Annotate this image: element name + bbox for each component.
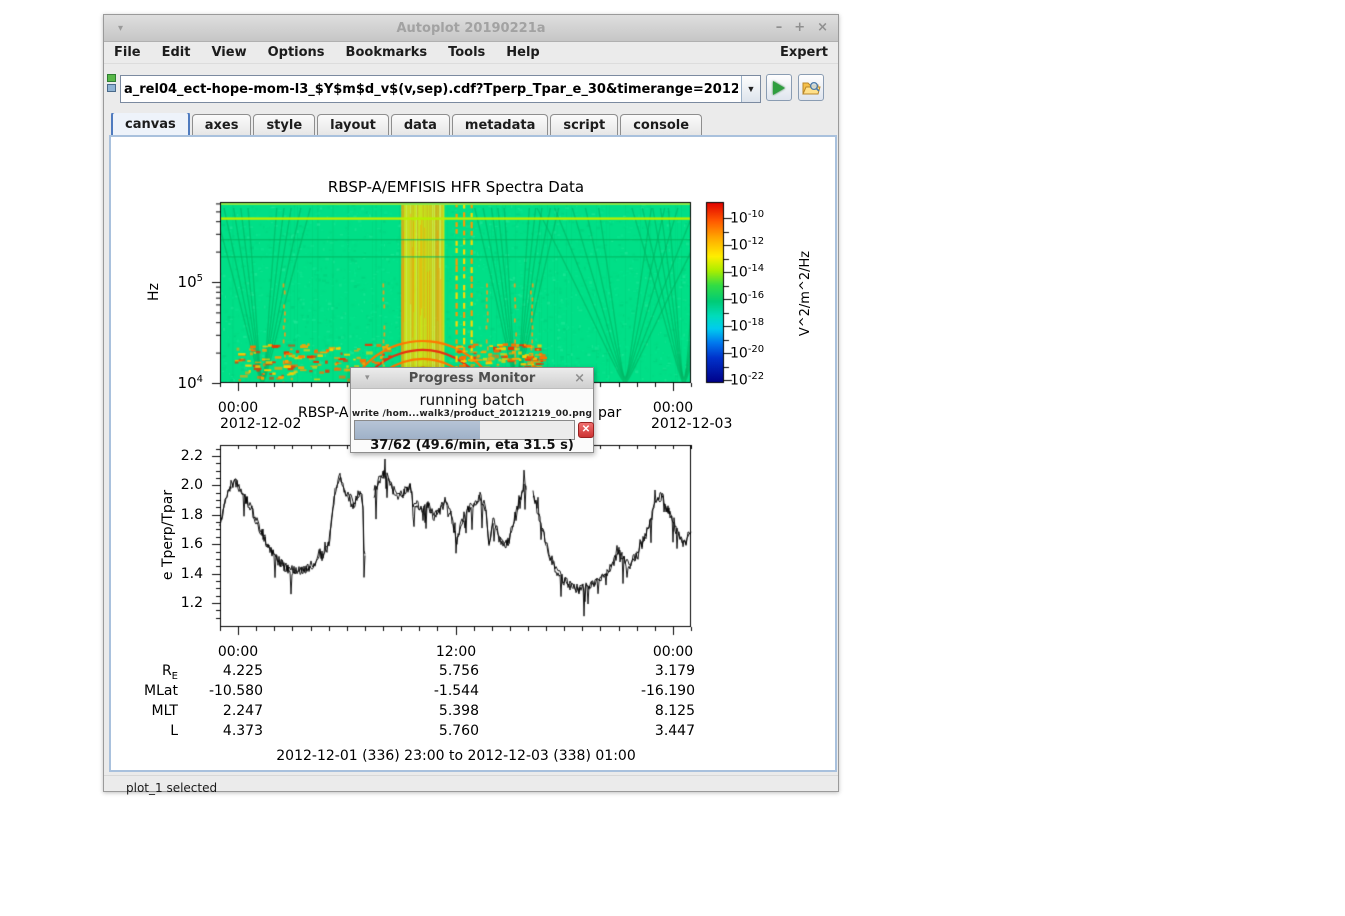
menu-view[interactable]: View bbox=[211, 45, 246, 60]
spectrogram-title: RBSP-A/EMFISIS HFR Spectra Data bbox=[328, 178, 584, 196]
window-title: Autoplot 20190221a bbox=[104, 21, 838, 36]
timeseries-ytick: 2.0 bbox=[163, 477, 203, 493]
timeseries-xtick: 12:00 bbox=[436, 644, 476, 660]
timeseries-xtick: 00:00 bbox=[218, 644, 258, 660]
menu-edit[interactable]: Edit bbox=[162, 45, 191, 60]
progress-bar bbox=[354, 420, 575, 440]
title-bar[interactable]: ▾ Autoplot 20190221a – + × bbox=[104, 15, 838, 42]
status-message: plot_1 selected bbox=[126, 781, 217, 795]
time-range-label: 2012-12-01 (336) 23:00 to 2012-12-03 (33… bbox=[276, 748, 635, 764]
progress-detail-label: write /hom...walk3/product_20121219_00.p… bbox=[351, 409, 593, 419]
table-row-label: MLat bbox=[133, 683, 178, 699]
plot-go-button[interactable] bbox=[766, 74, 792, 101]
datasource-type-icons bbox=[107, 74, 119, 94]
table-row-label: MLT bbox=[133, 703, 178, 719]
table-cell: 3.179 bbox=[605, 663, 695, 679]
expert-mode-label[interactable]: Expert bbox=[780, 45, 828, 60]
inspect-data-button[interactable] bbox=[798, 74, 824, 101]
colorbar-tick-label: 10-16 bbox=[730, 290, 764, 308]
autoplot-window: ▾ Autoplot 20190221a – + × File Edit Vie… bbox=[103, 14, 839, 792]
progress-fill bbox=[355, 421, 480, 439]
table-cell: 4.225 bbox=[173, 663, 263, 679]
menu-bar: File Edit View Options Bookmarks Tools H… bbox=[104, 42, 838, 64]
dialog-close-icon[interactable]: × bbox=[574, 371, 585, 386]
table-cell: 3.447 bbox=[605, 723, 695, 739]
timeseries-ytick: 1.6 bbox=[163, 536, 203, 552]
colorbar-tick-label: 10-10 bbox=[730, 209, 764, 227]
table-cell: 4.373 bbox=[173, 723, 263, 739]
spectrogram-xdate-left: 2012-12-02 bbox=[220, 416, 301, 432]
uri-combobox: ▼ bbox=[120, 75, 761, 103]
tab-axes[interactable]: axes bbox=[192, 114, 252, 135]
colorbar-tick-label: 10-22 bbox=[730, 371, 764, 389]
play-icon bbox=[773, 81, 785, 95]
table-cell: -1.544 bbox=[389, 683, 479, 699]
progress-dialog-title: Progress Monitor bbox=[351, 371, 593, 386]
timeseries-ytick: 1.2 bbox=[163, 595, 203, 611]
table-cell: -16.190 bbox=[605, 683, 695, 699]
colorbar-tick-label: 10-12 bbox=[730, 236, 764, 254]
menu-tools[interactable]: Tools bbox=[448, 45, 485, 60]
menu-options[interactable]: Options bbox=[268, 45, 325, 60]
menu-help[interactable]: Help bbox=[506, 45, 539, 60]
close-icon[interactable]: × bbox=[817, 21, 828, 35]
table-cell: 2.247 bbox=[173, 703, 263, 719]
timeseries-ytick: 1.8 bbox=[163, 507, 203, 523]
spectrogram-xtick-left: 00:00 bbox=[218, 400, 258, 416]
timeseries-xtick: 00:00 bbox=[653, 644, 693, 660]
colorbar-tick-label: 10-20 bbox=[730, 344, 764, 362]
progress-monitor-dialog: ▾ Progress Monitor × running batch write… bbox=[350, 367, 594, 453]
spectrogram-xdate-right: 2012-12-03 bbox=[651, 416, 732, 432]
address-toolbar: ▼ bbox=[104, 64, 838, 113]
colorbar-tick-label: 10-14 bbox=[730, 263, 764, 281]
maximize-icon[interactable]: + bbox=[794, 21, 805, 35]
menu-bookmarks[interactable]: Bookmarks bbox=[346, 45, 428, 60]
tab-style[interactable]: style bbox=[253, 114, 315, 135]
tab-canvas[interactable]: canvas bbox=[111, 111, 190, 135]
menu-file[interactable]: File bbox=[114, 45, 141, 60]
table-cell: -10.580 bbox=[173, 683, 263, 699]
middle-label-fragment-right: par bbox=[598, 405, 621, 421]
table-row-label: RE bbox=[133, 663, 178, 682]
tab-script[interactable]: script bbox=[550, 114, 618, 135]
spectrogram-ytick-1e5: 105 bbox=[163, 273, 203, 291]
uri-dropdown-button[interactable]: ▼ bbox=[741, 76, 760, 102]
table-cell: 8.125 bbox=[605, 703, 695, 719]
tab-bar: canvas axes style layout data metadata s… bbox=[104, 113, 838, 135]
datasource-blue-icon bbox=[107, 84, 116, 92]
tab-metadata[interactable]: metadata bbox=[452, 114, 548, 135]
spectrogram-xtick-right: 00:00 bbox=[653, 400, 693, 416]
table-cell: 5.756 bbox=[389, 663, 479, 679]
progress-task-label: running batch bbox=[351, 391, 593, 409]
spectrogram-ylabel: Hz bbox=[146, 283, 162, 301]
progress-stats-label: 37/62 (49.6/min, eta 31.5 s) bbox=[351, 438, 593, 453]
datasource-green-icon bbox=[107, 74, 116, 82]
colorbar-axis-label: V^2/m^2/Hz bbox=[798, 251, 813, 336]
timeseries-ytick: 1.4 bbox=[163, 566, 203, 582]
progress-dialog-titlebar[interactable]: ▾ Progress Monitor × bbox=[351, 368, 593, 389]
table-row-label: L bbox=[133, 723, 178, 739]
table-cell: 5.760 bbox=[389, 723, 479, 739]
timeseries-ytick: 2.2 bbox=[163, 448, 203, 464]
table-cell: 5.398 bbox=[389, 703, 479, 719]
plot-canvas-area: RBSP-A/EMFISIS HFR Spectra Data Hz 105 1… bbox=[109, 135, 837, 772]
tab-layout[interactable]: layout bbox=[317, 114, 389, 135]
spectrogram-ytick-1e4: 104 bbox=[163, 374, 203, 392]
cancel-button[interactable]: ✕ bbox=[578, 422, 594, 438]
colorbar-tick-label: 10-18 bbox=[730, 317, 764, 335]
tab-data[interactable]: data bbox=[391, 114, 450, 135]
middle-label-fragment-left: RBSP-A bbox=[298, 405, 348, 421]
folder-magnifier-icon bbox=[802, 80, 821, 96]
desktop: ▾ Autoplot 20190221a – + × File Edit Vie… bbox=[0, 0, 1345, 916]
status-bar: plot_1 selected bbox=[104, 775, 838, 800]
minimize-icon[interactable]: – bbox=[776, 21, 783, 35]
uri-input[interactable] bbox=[121, 76, 741, 102]
tab-console[interactable]: console bbox=[620, 114, 702, 135]
